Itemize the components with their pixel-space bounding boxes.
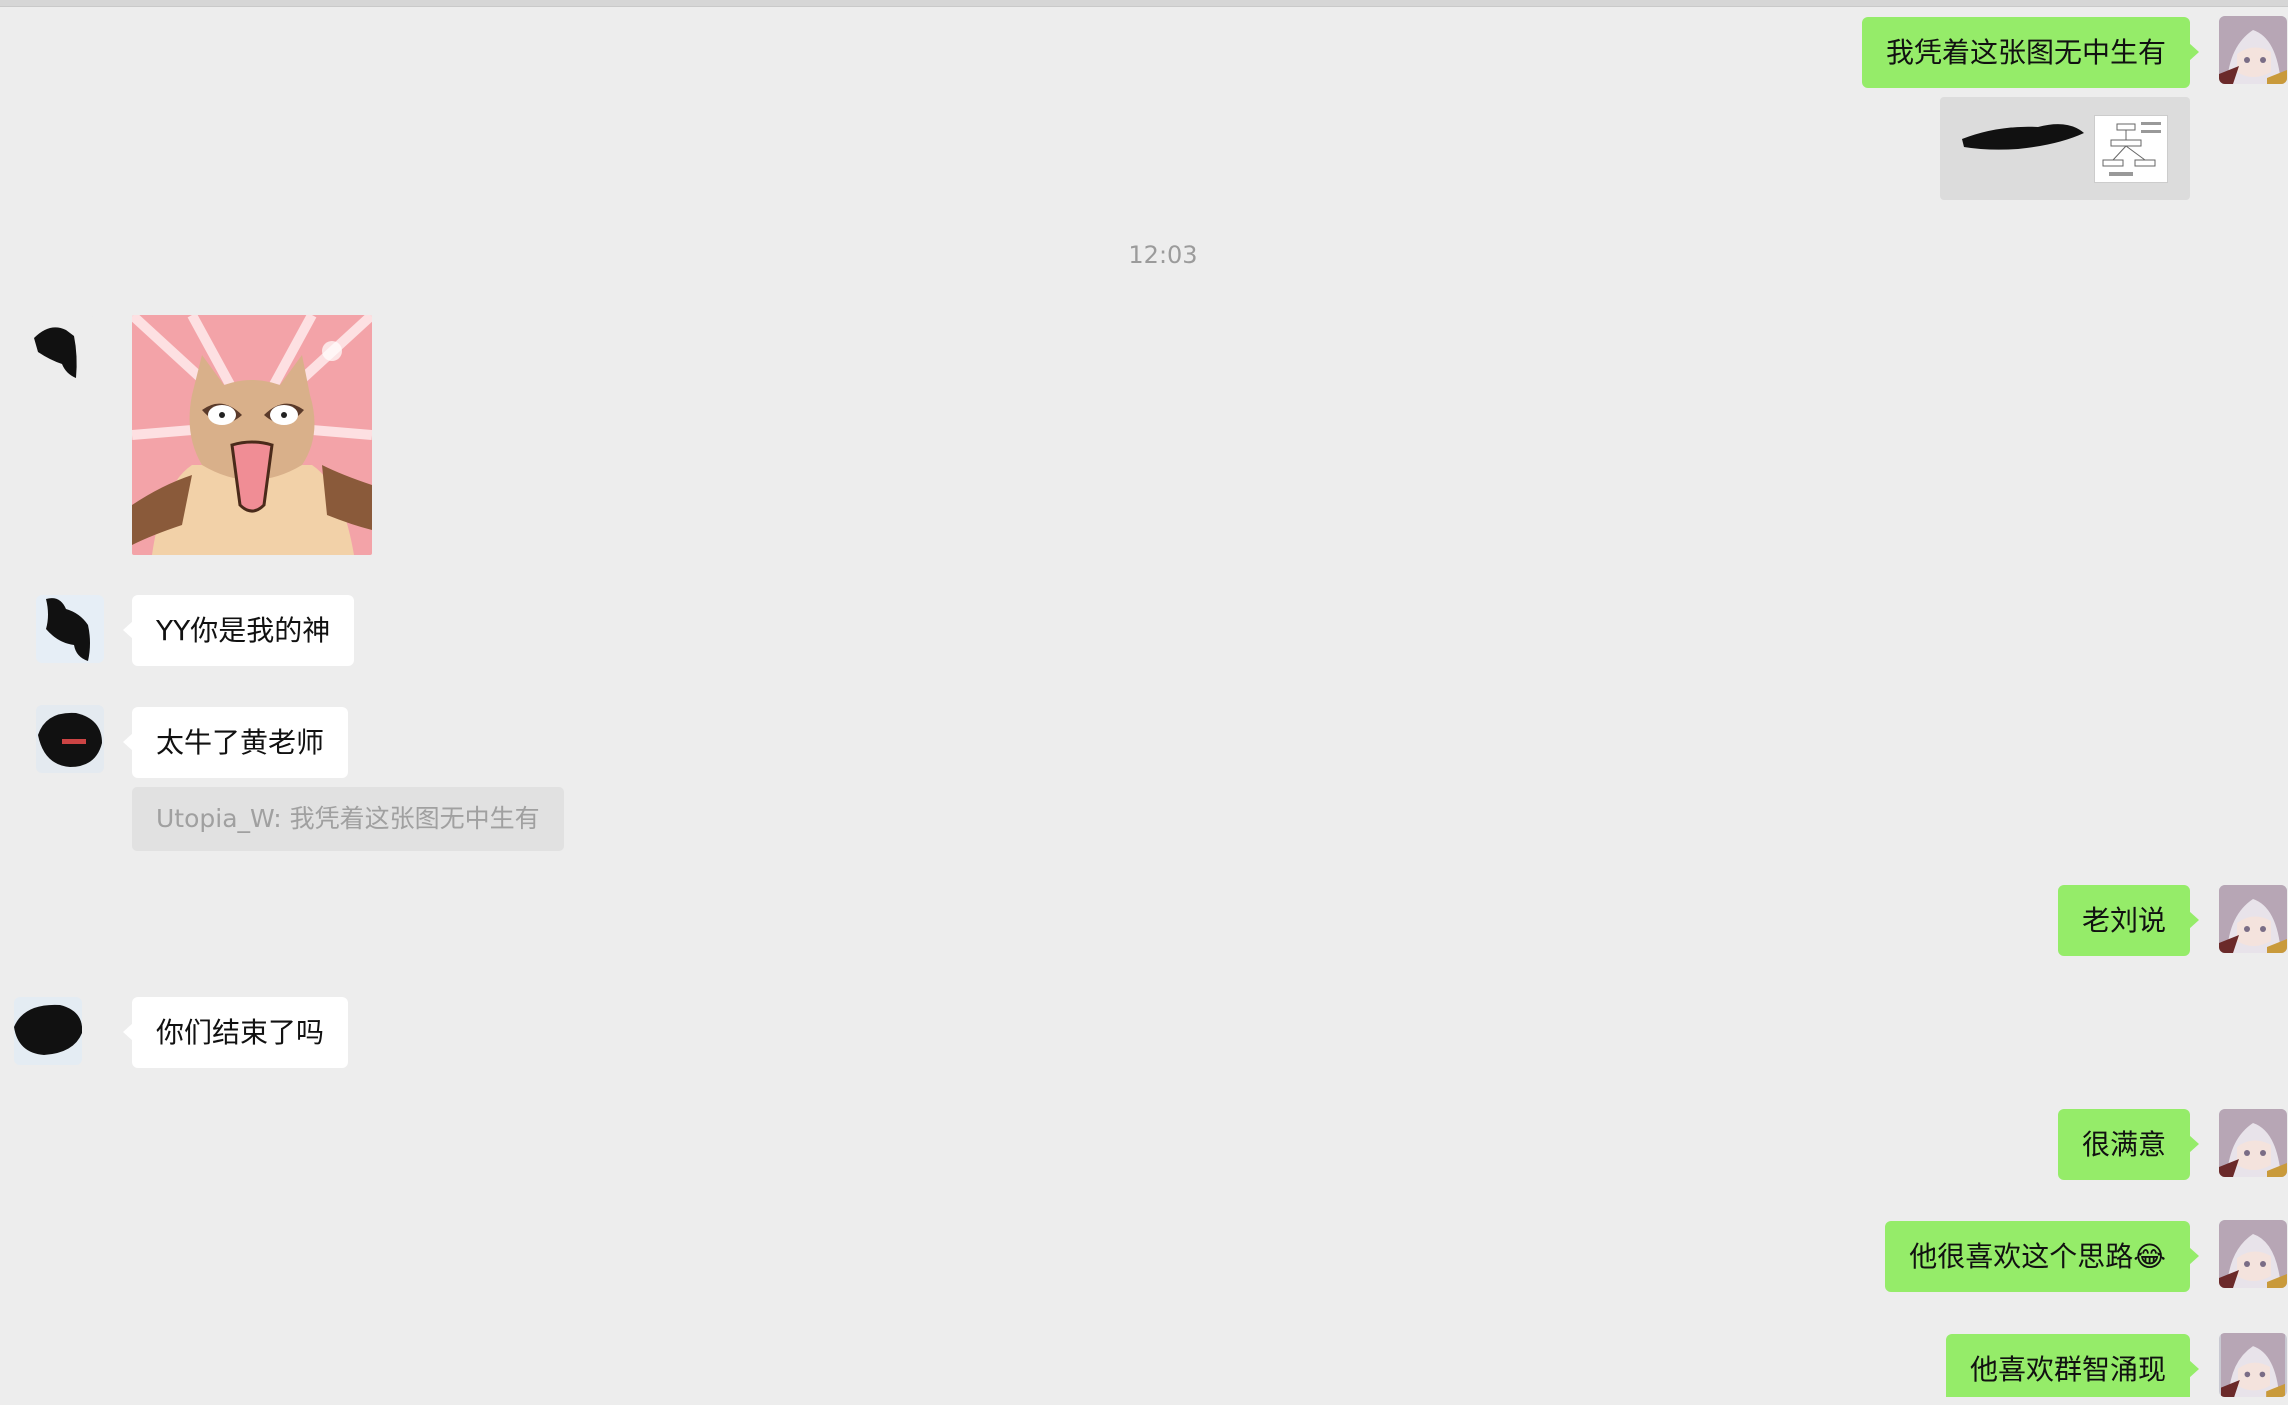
message-timestamp: 12:03 <box>1128 241 1198 269</box>
redacted-scribble <box>1962 124 2084 150</box>
my-avatar[interactable] <box>2219 1220 2287 1288</box>
contact-avatar[interactable] <box>14 997 82 1065</box>
shared-image-card[interactable] <box>1940 97 2190 200</box>
my-message-bubble[interactable]: 老刘说 <box>2057 885 2200 956</box>
contact-avatar[interactable] <box>36 595 104 663</box>
contact-message-bubble[interactable]: 太牛了黄老师 <box>122 707 349 778</box>
contact-message-bubble[interactable]: 你们结束了吗 <box>122 997 349 1068</box>
my-message-bubble[interactable]: 他喜欢群智涌现 <box>1945 1334 2200 1397</box>
my-message-bubble[interactable]: 很满意 <box>2057 1109 2200 1180</box>
my-message-bubble[interactable]: 他很喜欢这个思路😂 <box>1885 1221 2199 1292</box>
contact-message-bubble[interactable]: YY你是我的神 <box>122 595 355 666</box>
diagram-thumbnail-icon <box>2094 115 2168 183</box>
contact-avatar[interactable] <box>36 705 104 773</box>
window-top-border <box>0 0 2288 7</box>
quoted-message[interactable]: Utopia_W: 我凭着这张图无中生有 <box>132 787 564 851</box>
my-avatar[interactable] <box>2219 885 2287 953</box>
contact-avatar[interactable] <box>30 316 98 384</box>
my-message-bubble[interactable]: 我凭着这张图无中生有 <box>1861 17 2200 88</box>
my-avatar[interactable] <box>2219 1109 2287 1177</box>
my-avatar[interactable] <box>2219 16 2287 84</box>
cat-surprised-sticker-icon[interactable] <box>132 315 372 555</box>
my-avatar[interactable] <box>2219 1333 2287 1397</box>
